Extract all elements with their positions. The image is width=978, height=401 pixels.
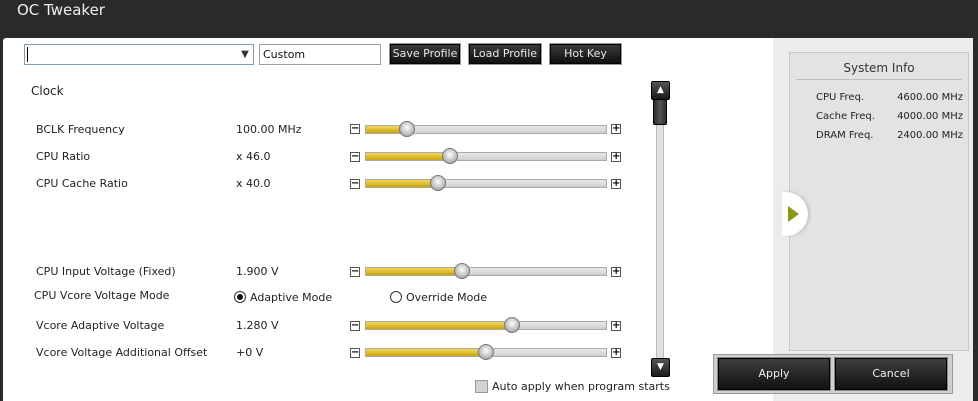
- voltage-offset-label: Vcore Voltage Additional Offset: [36, 346, 208, 359]
- title-bar: OC Tweaker: [0, 0, 978, 38]
- text-caret: [27, 47, 28, 62]
- scroll-down-icon[interactable]: ▼: [651, 358, 670, 377]
- minus-icon[interactable]: −: [350, 267, 360, 277]
- cpu-ratio-label: CPU Ratio: [36, 150, 91, 163]
- scroll-up-icon[interactable]: ▲: [651, 81, 670, 100]
- plus-icon[interactable]: +: [611, 267, 621, 277]
- system-info-title: System Info: [796, 57, 962, 80]
- window-title: OC Tweaker: [17, 1, 105, 19]
- cancel-button[interactable]: Cancel: [835, 358, 947, 390]
- plus-icon[interactable]: +: [611, 124, 621, 134]
- bclk-slider[interactable]: [365, 121, 607, 137]
- adaptive-voltage-label: Vcore Adaptive Voltage: [36, 319, 165, 332]
- sysinfo-value: 4600.00 MHz: [897, 92, 963, 103]
- slider-thumb[interactable]: [478, 344, 494, 360]
- auto-apply-label: Auto apply when program starts: [492, 380, 670, 393]
- cache-ratio-slider[interactable]: [365, 175, 607, 191]
- profile-name-field[interactable]: Custom: [259, 44, 381, 65]
- sysinfo-row-dram: DRAM Freq. 2400.00 MHz: [816, 130, 966, 146]
- adaptive-voltage-value: 1.280 V: [236, 319, 279, 332]
- apply-button[interactable]: Apply: [718, 358, 830, 390]
- profile-select[interactable]: ▼: [24, 44, 254, 65]
- minus-icon[interactable]: −: [350, 179, 360, 189]
- vertical-scrollbar[interactable]: [656, 98, 664, 366]
- input-voltage-value: 1.900 V: [236, 265, 279, 278]
- radio-dot[interactable]: [234, 291, 246, 303]
- slider-fill: [366, 268, 462, 275]
- slider-fill: [366, 180, 438, 187]
- plus-icon[interactable]: +: [611, 152, 621, 162]
- action-panel: Apply Cancel: [713, 354, 953, 394]
- plus-icon[interactable]: +: [611, 348, 621, 358]
- cpu-ratio-value: x 46.0: [236, 150, 271, 163]
- radio-dot[interactable]: [390, 291, 402, 303]
- cache-ratio-label: CPU Cache Ratio: [36, 177, 128, 190]
- slider-thumb[interactable]: [398, 121, 415, 137]
- sysinfo-value: 4000.00 MHz: [897, 111, 963, 122]
- checkbox-box[interactable]: [475, 380, 488, 393]
- sysinfo-key: DRAM Freq.: [816, 130, 874, 141]
- slider-fill: [366, 153, 450, 160]
- voltage-offset-slider[interactable]: [365, 344, 607, 360]
- input-voltage-slider[interactable]: [365, 263, 607, 279]
- slider-thumb[interactable]: [442, 148, 458, 164]
- sysinfo-key: CPU Freq.: [816, 92, 865, 103]
- plus-icon[interactable]: +: [611, 321, 621, 331]
- chevron-right-icon: [788, 206, 799, 222]
- override-mode-label: Override Mode: [406, 291, 488, 304]
- adaptive-voltage-slider[interactable]: [365, 317, 607, 333]
- cpu-ratio-slider[interactable]: [365, 148, 607, 164]
- main-panel: ▼ Custom Save Profile Load Profile Hot K…: [3, 38, 973, 401]
- load-profile-button[interactable]: Load Profile: [469, 44, 541, 64]
- system-info-panel: System Info CPU Freq. 4600.00 MHz Cache …: [789, 52, 969, 351]
- slider-thumb[interactable]: [430, 175, 446, 191]
- sysinfo-row-cpu: CPU Freq. 4600.00 MHz: [816, 92, 966, 108]
- minus-icon[interactable]: −: [350, 348, 360, 358]
- voltage-offset-value: +0 V: [236, 346, 264, 359]
- plus-icon[interactable]: +: [611, 179, 621, 189]
- minus-icon[interactable]: −: [350, 152, 360, 162]
- sysinfo-value: 2400.00 MHz: [897, 130, 963, 141]
- save-profile-button[interactable]: Save Profile: [390, 44, 460, 64]
- adaptive-mode-label: Adaptive Mode: [250, 291, 333, 304]
- slider-thumb[interactable]: [504, 317, 521, 333]
- clock-section-title: Clock: [31, 84, 64, 98]
- bclk-value: 100.00 MHz: [236, 123, 302, 136]
- minus-icon[interactable]: −: [350, 321, 360, 331]
- scroll-thumb[interactable]: [653, 99, 667, 125]
- hot-key-button[interactable]: Hot Key: [550, 44, 621, 64]
- cache-ratio-value: x 40.0: [236, 177, 271, 190]
- minus-icon[interactable]: −: [350, 124, 360, 134]
- vcore-mode-label: CPU Vcore Voltage Mode: [34, 289, 170, 302]
- chevron-down-icon[interactable]: ▼: [239, 49, 251, 61]
- slider-fill: [366, 349, 486, 356]
- bclk-label: BCLK Frequency: [36, 123, 125, 136]
- slider-fill: [366, 322, 513, 329]
- sysinfo-key: Cache Freq.: [816, 111, 875, 122]
- input-voltage-label: CPU Input Voltage (Fixed): [36, 265, 176, 278]
- sysinfo-row-cache: Cache Freq. 4000.00 MHz: [816, 111, 966, 127]
- slider-thumb[interactable]: [454, 263, 470, 279]
